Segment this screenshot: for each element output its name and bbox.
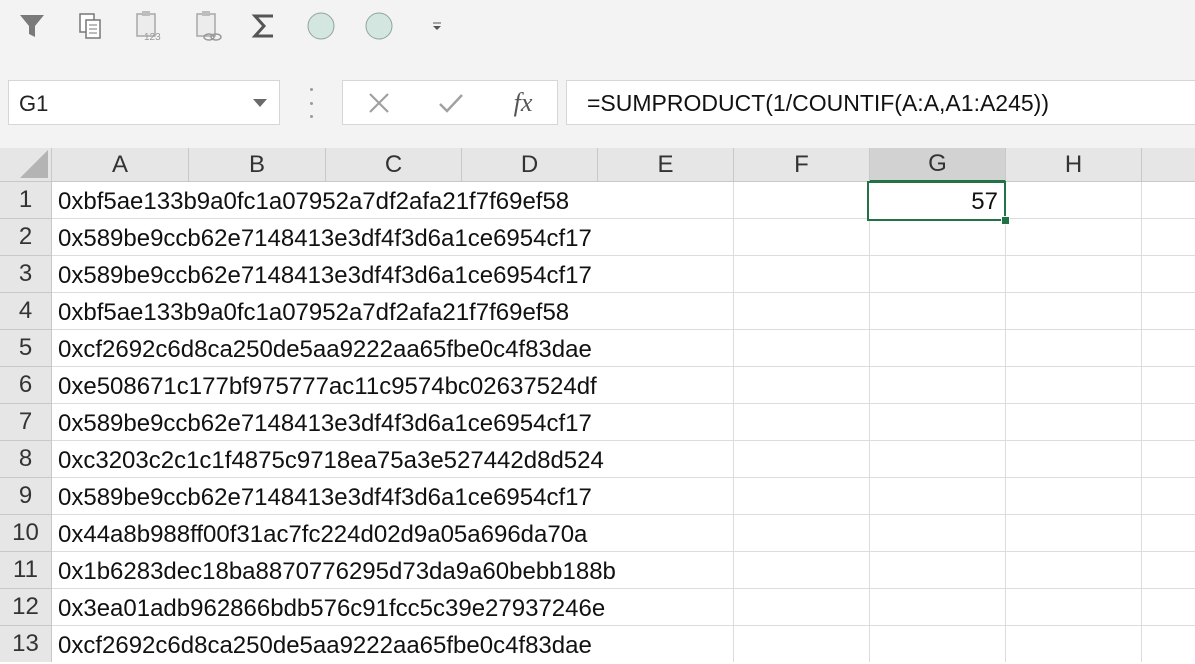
svg-text:123: 123 (144, 32, 161, 43)
cell-a1[interactable]: 0xbf5ae133b9a0fc1a07952a7df2afa21f7f69ef… (58, 183, 569, 220)
name-box[interactable]: G1 (8, 80, 280, 125)
spreadsheet-grid: A B C D E F G H 1 2 3 4 5 6 7 8 9 10 11 … (0, 148, 1195, 662)
row-header-2[interactable]: 2 (0, 219, 52, 256)
cell-a10[interactable]: 0x44a8b988ff00f31ac7fc224d02d9a05a696da7… (58, 516, 587, 553)
cell-a7[interactable]: 0x589be9ccb62e7148413e3df4f3d6a1ce6954cf… (58, 405, 592, 442)
row-header-7[interactable]: 7 (0, 404, 52, 441)
cell-a9[interactable]: 0x589be9ccb62e7148413e3df4f3d6a1ce6954cf… (58, 479, 592, 516)
row-header-10[interactable]: 10 (0, 515, 52, 552)
paste-link-icon[interactable] (190, 8, 226, 44)
filter-icon[interactable] (14, 8, 50, 44)
name-box-value: G1 (19, 91, 49, 116)
formula-input[interactable]: =SUMPRODUCT(1/COUNTIF(A:A,A1:A245)) (566, 80, 1195, 125)
autosum-icon[interactable] (246, 8, 282, 44)
row-header-11[interactable]: 11 (0, 552, 52, 589)
column-header-c[interactable]: C (326, 148, 462, 182)
column-header-g[interactable]: G (870, 148, 1006, 182)
cell-a8[interactable]: 0xc3203c2c1c1f4875c9718ea75a3e527442d8d5… (58, 442, 604, 479)
fx-label: fx (513, 88, 533, 117)
column-header-a[interactable]: A (52, 148, 189, 182)
paste-values-icon[interactable]: 123 (130, 8, 166, 44)
circle-icon[interactable] (303, 8, 339, 44)
fill-handle[interactable] (1001, 216, 1010, 225)
cancel-icon[interactable] (359, 87, 399, 119)
column-header-d[interactable]: D (462, 148, 598, 182)
formula-bar-buttons: fx (342, 80, 558, 125)
column-header-e[interactable]: E (598, 148, 734, 182)
column-header-h[interactable]: H (1006, 148, 1142, 182)
cell-g1-value: 57 (971, 188, 998, 215)
copy-icon[interactable] (72, 8, 108, 44)
cell-a5[interactable]: 0xcf2692c6d8ca250de5aa9222aa65fbe0c4f83d… (58, 331, 592, 368)
row-header-1[interactable]: 1 (0, 182, 52, 219)
cell-a2[interactable]: 0x589be9ccb62e7148413e3df4f3d6a1ce6954cf… (58, 220, 592, 257)
row-header-6[interactable]: 6 (0, 367, 52, 404)
enter-icon[interactable] (431, 87, 471, 119)
row-header-9[interactable]: 9 (0, 478, 52, 515)
cell-a12[interactable]: 0x3ea01adb962866bdb576c91fcc5c39e2793724… (58, 590, 605, 627)
row-header-4[interactable]: 4 (0, 293, 52, 330)
formula-text: =SUMPRODUCT(1/COUNTIF(A:A,A1:A245)) (587, 90, 1049, 116)
column-header-b[interactable]: B (189, 148, 326, 182)
circle-icon[interactable] (361, 8, 397, 44)
column-header-i[interactable] (1142, 148, 1195, 182)
customize-qat-icon[interactable] (419, 8, 455, 44)
cell-a13[interactable]: 0xcf2692c6d8ca250de5aa9222aa65fbe0c4f83d… (58, 627, 592, 664)
cell-a11[interactable]: 0x1b6283dec18ba8870776295d73da9a60bebb18… (58, 553, 616, 590)
cell-a4[interactable]: 0xbf5ae133b9a0fc1a07952a7df2afa21f7f69ef… (58, 294, 569, 331)
ribbon-area: 123 G1 fx =SUMPRODUCT(1/COUNTIF(A:A,A1:A… (0, 0, 1195, 148)
insert-function-button[interactable]: fx (503, 87, 543, 119)
chevron-down-icon[interactable] (253, 99, 267, 107)
row-header-13[interactable]: 13 (0, 626, 52, 662)
select-all-button[interactable] (0, 148, 52, 182)
cell-a6[interactable]: 0xe508671c177bf975777ac11c9574bc02637524… (58, 368, 597, 405)
selected-cell-g1[interactable]: 57 (867, 181, 1006, 221)
row-header-3[interactable]: 3 (0, 256, 52, 293)
row-header-12[interactable]: 12 (0, 589, 52, 626)
column-header-f[interactable]: F (734, 148, 870, 182)
row-header-5[interactable]: 5 (0, 330, 52, 367)
cell-a3[interactable]: 0x589be9ccb62e7148413e3df4f3d6a1ce6954cf… (58, 257, 592, 294)
row-header-8[interactable]: 8 (0, 441, 52, 478)
formula-bar-resize-handle[interactable] (307, 88, 315, 118)
